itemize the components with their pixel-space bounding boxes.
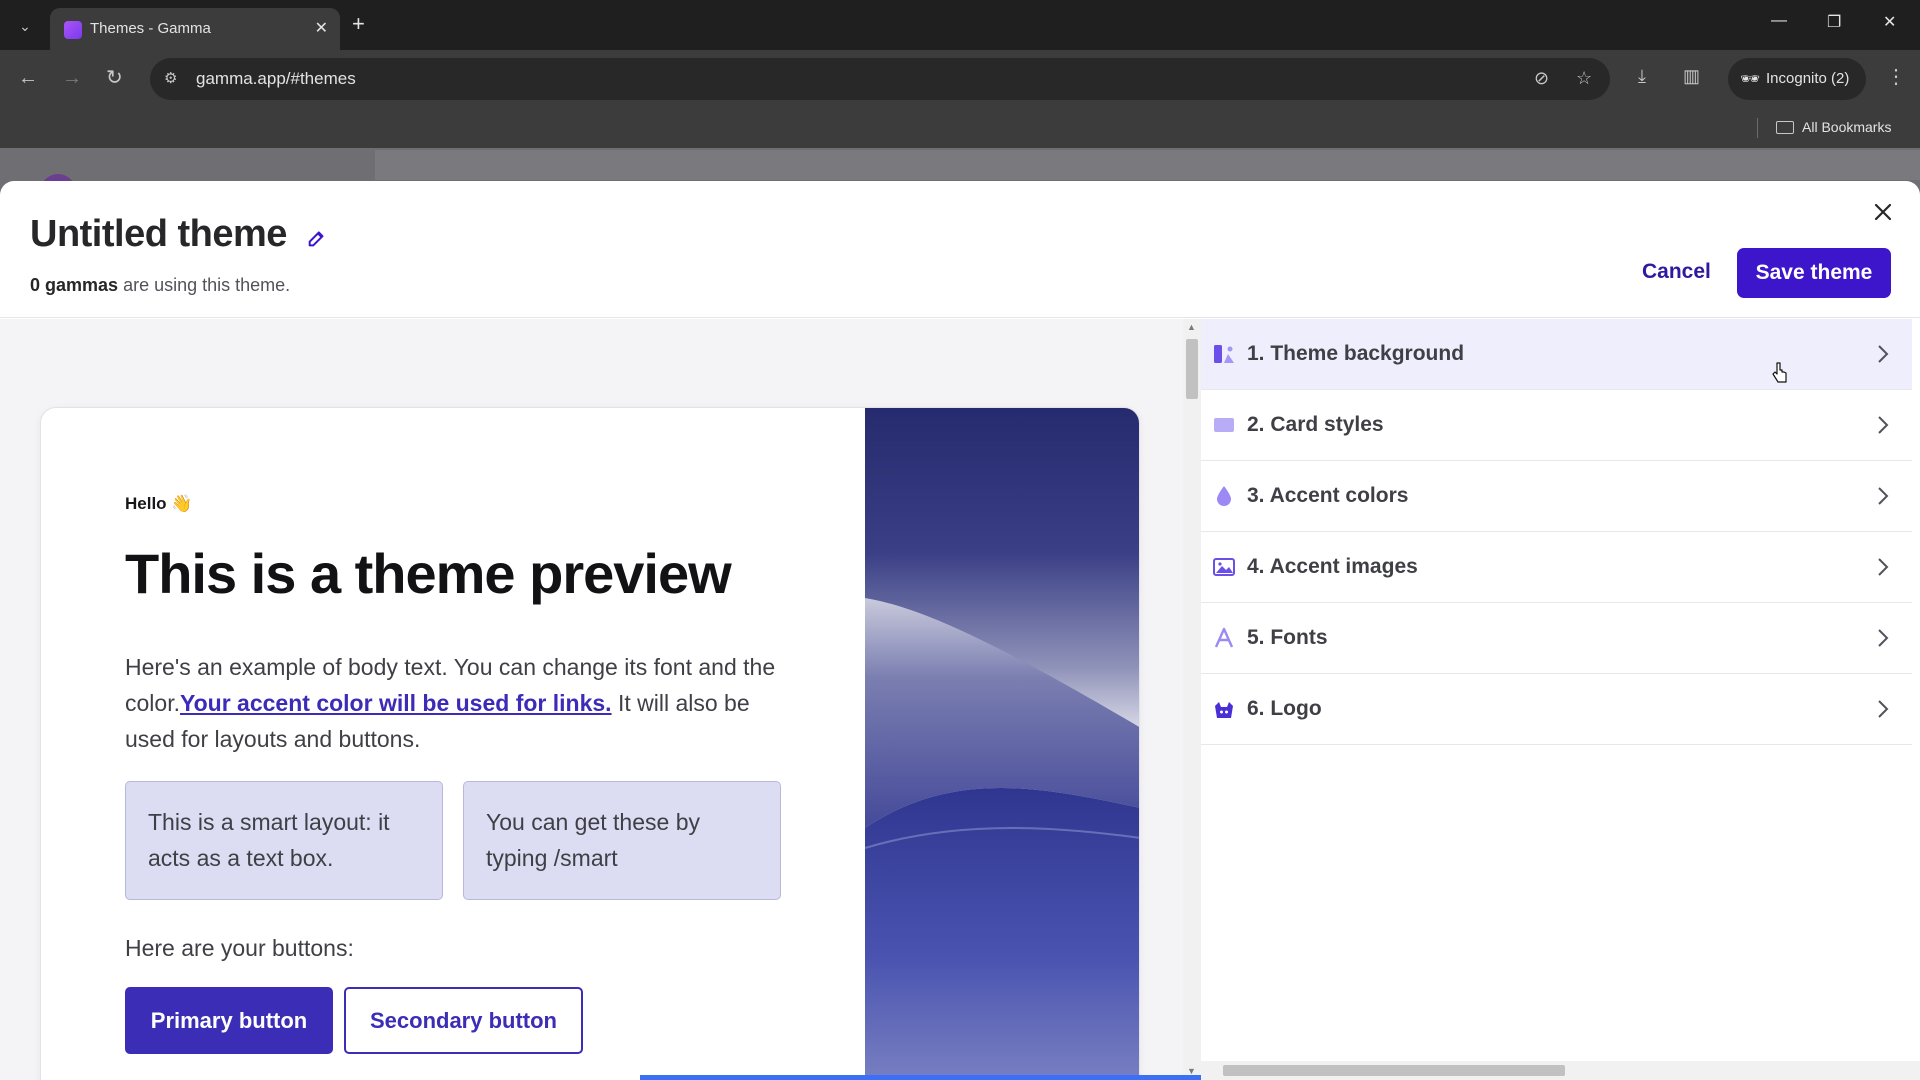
back-icon[interactable]: ←	[18, 67, 38, 89]
browser-tab-bar: ⌄ Themes - Gamma ✕ + — ❐ ✕	[0, 0, 1920, 50]
incognito-badge[interactable]: 🕶 Incognito (2)	[1728, 58, 1866, 100]
settings-item-label: 3. Accent colors	[1247, 484, 1409, 507]
theme-background-icon	[1214, 345, 1234, 363]
preview-secondary-button[interactable]: Secondary button	[344, 987, 583, 1054]
card-styles-icon	[1214, 418, 1234, 432]
preview-hello-text: Hello	[125, 494, 167, 513]
window-close-icon[interactable]: ✕	[1883, 12, 1896, 32]
usage-count: 0 gammas	[30, 275, 119, 295]
mouse-cursor-icon	[1772, 362, 1787, 383]
cancel-button[interactable]: Cancel	[1624, 248, 1729, 296]
restore-icon[interactable]: ❐	[1827, 12, 1841, 32]
browser-tab[interactable]: Themes - Gamma ✕	[50, 8, 340, 50]
bookmarks-divider	[1757, 118, 1758, 138]
scroll-up-icon[interactable]: ▲	[1187, 322, 1196, 332]
reload-icon[interactable]: ↻	[106, 67, 123, 89]
preview-body-text: Here's an example of body text. You can …	[125, 649, 805, 757]
all-bookmarks-label: All Bookmarks	[1802, 119, 1892, 135]
backdrop-page-content	[375, 150, 1920, 180]
theme-settings-list: 1. Theme background 2. Card styles 3. Ac…	[1201, 319, 1920, 1080]
close-icon[interactable]	[1872, 201, 1894, 223]
preview-card: Hello 👋 This is a theme preview Here's a…	[40, 407, 1140, 1080]
accent-image	[865, 408, 1139, 1080]
settings-item-fonts[interactable]: 5. Fonts	[1201, 603, 1912, 674]
tab-title: Themes - Gamma	[90, 20, 211, 37]
incognito-icon: 🕶	[1740, 71, 1761, 88]
url-text[interactable]: gamma.app/#themes	[196, 69, 356, 89]
modal-header: Untitled theme 0 gammas are using this t…	[0, 181, 1920, 318]
chevron-right-icon	[1878, 345, 1889, 363]
bookmarks-bar: All Bookmarks	[0, 108, 1920, 148]
settings-item-label: 5. Fonts	[1247, 626, 1328, 649]
browser-toolbar: ← → ↻ ⚙ gamma.app/#themes ⊘ ☆ ⤓ ▥ 🕶 Inco…	[0, 50, 1920, 108]
buttons-label: Here are your buttons:	[125, 935, 354, 961]
preview-heading: This is a theme preview	[125, 542, 732, 605]
accent-colors-icon	[1217, 486, 1231, 506]
logo-icon	[1215, 702, 1233, 718]
preview-primary-button[interactable]: Primary button	[125, 987, 333, 1054]
fonts-icon	[1214, 627, 1234, 648]
incognito-label: Incognito (2)	[1766, 70, 1850, 87]
settings-item-label: 6. Logo	[1247, 697, 1322, 720]
save-theme-button[interactable]: Save theme	[1737, 248, 1891, 298]
browser-menu-icon[interactable]: ⋮	[1886, 64, 1906, 89]
chevron-right-icon	[1878, 487, 1889, 505]
chevron-right-icon	[1878, 416, 1889, 434]
theme-editor-modal: Untitled theme 0 gammas are using this t…	[0, 181, 1920, 1080]
settings-item-label: 2. Card styles	[1247, 413, 1384, 436]
smart-layout-box: This is a smart layout: it acts as a tex…	[125, 781, 443, 900]
theme-preview-pane: Hello 👋 This is a theme preview Here's a…	[0, 319, 1183, 1080]
settings-item-accent-images[interactable]: 4. Accent images	[1201, 532, 1912, 603]
tab-search-icon[interactable]: ⌄	[10, 13, 40, 39]
new-tab-icon[interactable]: +	[352, 12, 365, 36]
address-bar[interactable]: ⚙ gamma.app/#themes ⊘ ☆	[150, 58, 1610, 100]
site-info-icon[interactable]: ⚙	[164, 69, 177, 87]
folder-icon	[1776, 121, 1794, 134]
download-icon[interactable]: ⤓	[1638, 66, 1646, 87]
scrollbar-thumb[interactable]	[1223, 1065, 1565, 1076]
eye-off-icon[interactable]: ⊘	[1534, 68, 1549, 89]
usage-suffix: are using this theme.	[118, 275, 291, 295]
preview-link[interactable]: Your accent color will be used for links…	[180, 690, 612, 716]
usage-text: 0 gammas are using this theme.	[30, 275, 290, 296]
all-bookmarks-button[interactable]: All Bookmarks	[1776, 119, 1891, 135]
chevron-right-icon	[1878, 629, 1889, 647]
preview-scrollbar[interactable]: ▲ ▼	[1183, 319, 1201, 1080]
wave-icon: 👋	[171, 494, 193, 513]
scrollbar-thumb[interactable]	[1186, 339, 1198, 399]
settings-item-label: 1. Theme background	[1247, 342, 1465, 365]
bookmark-star-icon[interactable]: ☆	[1576, 68, 1592, 89]
theme-title[interactable]: Untitled theme	[30, 213, 287, 256]
edit-icon[interactable]	[306, 227, 328, 249]
loading-progress-bar	[640, 1075, 1280, 1080]
settings-item-accent-colors[interactable]: 3. Accent colors	[1201, 461, 1912, 532]
minimize-icon[interactable]: —	[1771, 12, 1787, 30]
forward-icon[interactable]: →	[62, 67, 82, 89]
tab-close-icon[interactable]: ✕	[315, 18, 328, 38]
gamma-favicon-icon	[64, 21, 82, 39]
settings-item-logo[interactable]: 6. Logo	[1201, 674, 1912, 745]
settings-item-theme-background[interactable]: 1. Theme background	[1201, 319, 1912, 390]
side-panel-icon[interactable]: ▥	[1683, 66, 1700, 87]
settings-horizontal-scrollbar[interactable]	[1201, 1061, 1920, 1080]
accent-images-icon	[1213, 558, 1235, 576]
settings-item-label: 4. Accent images	[1247, 555, 1418, 578]
settings-item-card-styles[interactable]: 2. Card styles	[1201, 390, 1912, 461]
chevron-right-icon	[1878, 558, 1889, 576]
chevron-right-icon	[1878, 700, 1889, 718]
smart-layout-box: You can get these by typing /smart	[463, 781, 781, 900]
preview-hello: Hello 👋	[125, 494, 192, 514]
